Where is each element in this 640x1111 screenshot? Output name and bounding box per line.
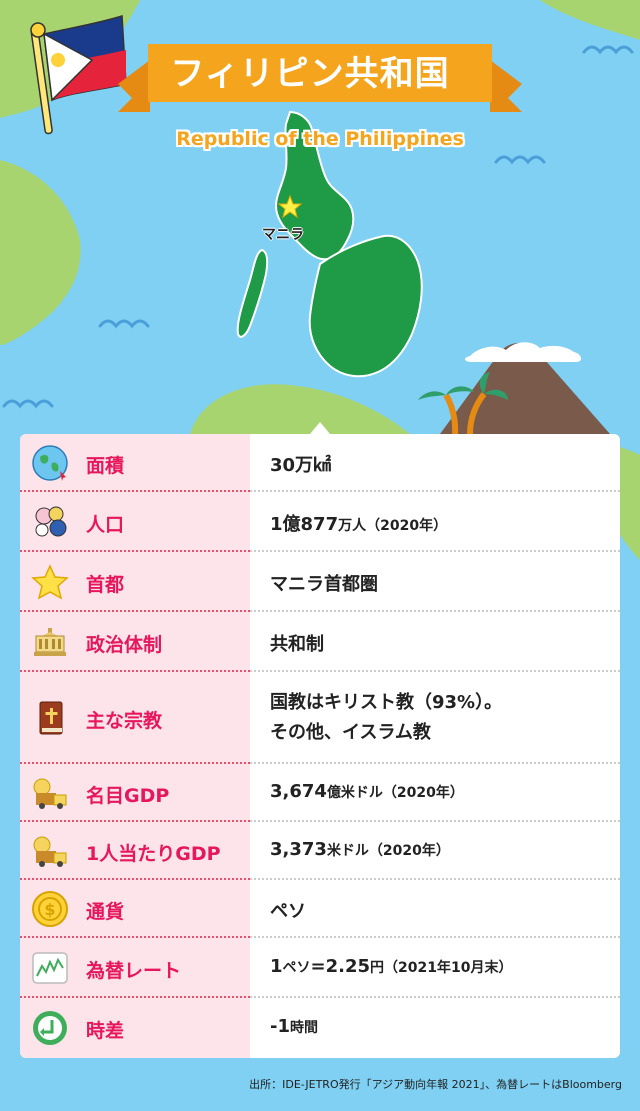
chart-icon xyxy=(32,952,68,984)
table-row-population: 人口 1億877万人（2020年） xyxy=(20,492,620,552)
source-note: 出所：IDE-JETRO発行「アジア動向年報 2021」、為替レートはBloom… xyxy=(249,1078,622,1091)
row-label-area: 面積 xyxy=(86,455,125,477)
landmass-bottom xyxy=(190,384,410,434)
row-value-area: 30万㎢ xyxy=(270,455,332,476)
row-label-gdp-per-capita: 1人当たりGDP xyxy=(86,843,221,865)
table-row-government: 政治体制 共和制 xyxy=(20,612,620,672)
row-value-gdp: 3,674億米ドル（2020年） xyxy=(270,781,464,802)
info-table: 面積 30万㎢ 人口 1億877万人（2020年） 首都 マニラ首都圏 政治体制… xyxy=(20,434,620,1058)
row-label-government: 政治体制 xyxy=(86,634,163,656)
row-label-time-difference: 時差 xyxy=(86,1020,125,1042)
globe-icon xyxy=(32,445,68,481)
page-subtitle: Republic of the Philippines xyxy=(176,128,464,150)
row-value-time-difference: -1時間 xyxy=(270,1016,318,1037)
table-row-gdp-per-capita: 1人当たりGDP 3,373米ドル（2020年） xyxy=(20,822,620,880)
table-row-religion: 主な宗教 国教はキリスト教（93%）。 その他、イスラム教 xyxy=(20,672,620,764)
table-row-time-difference: 時差 -1時間 xyxy=(20,998,620,1058)
row-label-capital: 首都 xyxy=(86,574,125,596)
row-value-gdp-per-capita: 3,373米ドル（2020年） xyxy=(270,839,450,860)
table-row-area: 面積 30万㎢ xyxy=(20,434,620,492)
table-row-exchange-rate: 為替レート 1ペソ=2.25円（2021年10月末） xyxy=(20,938,620,998)
money-truck-icon xyxy=(33,778,67,809)
row-value-population: 1億877万人（2020年） xyxy=(270,514,448,535)
row-value-currency: ペソ xyxy=(270,901,306,922)
svg-text:$: $ xyxy=(44,900,55,919)
row-label-religion: 主な宗教 xyxy=(86,710,163,732)
row-value-government: 共和制 xyxy=(270,634,324,655)
money-truck-icon xyxy=(33,836,67,867)
row-value-religion: 国教はキリスト教（93%）。 その他、イスラム教 xyxy=(270,692,503,743)
row-label-currency: 通貨 xyxy=(86,901,125,923)
page-title: フィリピン共和国 xyxy=(170,54,450,94)
row-label-population: 人口 xyxy=(86,514,125,536)
row-label-exchange-rate: 為替レート xyxy=(86,960,182,982)
row-value-exchange-rate: 1ペソ=2.25円（2021年10月末） xyxy=(270,956,513,977)
philippines-map xyxy=(236,110,423,378)
row-label-gdp: 名目GDP xyxy=(86,785,170,807)
table-row-capital: 首都 マニラ首都圏 xyxy=(20,552,620,612)
parliament-icon xyxy=(34,628,66,656)
row-value-capital: マニラ首都圏 xyxy=(270,574,378,595)
capital-label: マニラ xyxy=(262,227,304,243)
landmass-top-right xyxy=(540,0,640,40)
people-icon xyxy=(35,506,67,537)
landmass-left xyxy=(0,160,81,345)
bible-icon xyxy=(39,701,63,735)
table-row-currency: $ 通貨 ペソ xyxy=(20,880,620,938)
table-row-gdp: 名目GDP 3,674億米ドル（2020年） xyxy=(20,764,620,822)
clock-arrow-icon xyxy=(33,1011,67,1045)
coin-icon: $ xyxy=(32,891,68,927)
star-icon xyxy=(31,564,69,600)
